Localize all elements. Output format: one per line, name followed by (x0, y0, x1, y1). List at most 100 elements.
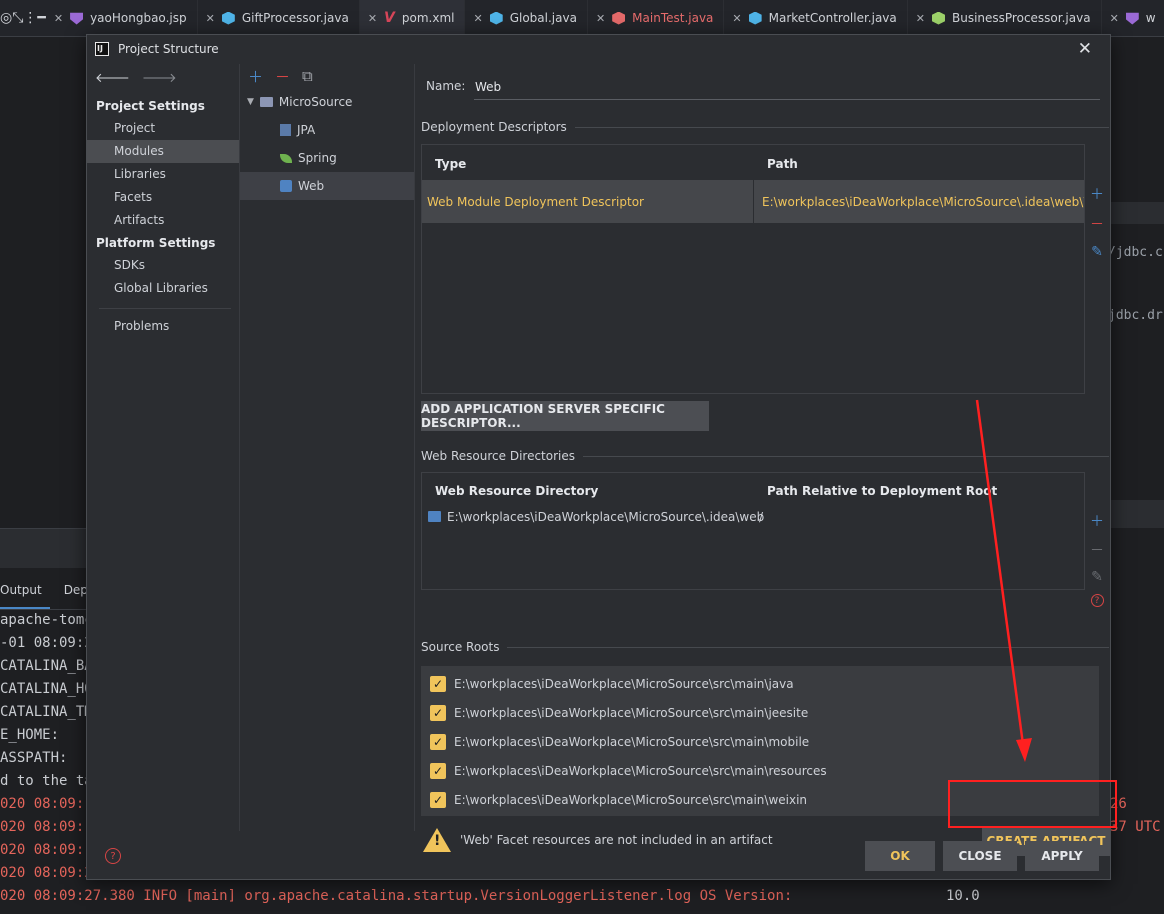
name-label: Name: (426, 79, 466, 93)
tab-output[interactable]: Output (0, 571, 50, 609)
jsp-file-icon (70, 12, 84, 25)
close-tab-icon[interactable]: ✕ (732, 12, 741, 25)
editor-background-strip (1110, 500, 1164, 528)
editor-tab-label: yaoHongbao.jsp (90, 11, 187, 25)
help-icon[interactable]: ? (1090, 594, 1104, 607)
nav-item-modules[interactable]: Modules (87, 140, 239, 163)
close-icon[interactable]: ✕ (1078, 39, 1092, 59)
forward-arrow-icon[interactable]: 🡒 (142, 70, 177, 86)
column-header-type[interactable]: Type (435, 157, 466, 171)
annotation-highlight-box (948, 780, 1117, 828)
source-root-path: E:\workplaces\iDeaWorkplace\MicroSource\… (454, 793, 808, 807)
descriptor-path-cell: E:\workplaces\iDeaWorkplace\MicroSource\… (762, 195, 1084, 209)
editor-tab-bar: ◎ ⤡ ⋮ ━ ✕ yaoHongbao.jsp ✕ GiftProcessor.ja… (0, 0, 1164, 37)
close-tab-icon[interactable]: ✕ (916, 12, 925, 25)
editor-tab[interactable]: ✕ MainTest.java (588, 0, 725, 37)
nav-item-sdks[interactable]: SDKs (87, 254, 239, 277)
web-facet-icon (280, 180, 292, 192)
column-header-relative-path[interactable]: Path Relative to Deployment Root (767, 484, 997, 498)
nav-item-problems[interactable]: Problems (87, 315, 239, 338)
nav-history: 🡐 🡒 (87, 64, 239, 92)
add-icon[interactable]: ＋ (1090, 511, 1104, 531)
tree-node-microsource[interactable]: ▼ MicroSource (240, 88, 414, 116)
minimize-icon[interactable]: ━ (37, 0, 45, 37)
source-root-path: E:\workplaces\iDeaWorkplace\MicroSource\… (454, 764, 827, 778)
source-root-row[interactable]: ✓ E:\workplaces\iDeaWorkplace\MicroSource… (430, 763, 827, 779)
ok-button[interactable]: OK (865, 841, 935, 871)
console-fragment: 37 UTC (1110, 819, 1161, 835)
source-root-checkbox[interactable]: ✓ (430, 676, 446, 692)
editor-tab[interactable]: ✕ GiftProcessor.java (198, 0, 360, 37)
apply-button[interactable]: APPLY (1025, 841, 1099, 871)
source-root-checkbox[interactable]: ✓ (430, 763, 446, 779)
project-settings-header: Project Settings (96, 99, 205, 113)
editor-tab[interactable]: ✕ Global.java (465, 0, 588, 37)
edit-pencil-icon[interactable]: ✎ (1091, 244, 1103, 260)
target-icon[interactable]: ◎ (0, 0, 12, 37)
chevron-down-icon[interactable]: ▼ (247, 97, 254, 107)
nav-item-project[interactable]: Project (87, 117, 239, 140)
nav-item-global-libraries[interactable]: Global Libraries (87, 277, 239, 300)
table-row[interactable]: Web Module Deployment Descriptor E:\work… (422, 180, 1084, 223)
add-server-descriptor-button[interactable]: ADD APPLICATION SERVER SPECIFIC DESCRIPT… (421, 401, 709, 431)
close-tab-icon[interactable]: ✕ (473, 12, 482, 25)
editor-tab-label: BusinessProcessor.java (951, 11, 1091, 25)
tree-node-web[interactable]: Web (240, 172, 414, 200)
dialog-title: Project Structure (118, 42, 219, 56)
remove-icon[interactable]: － (1090, 214, 1104, 234)
maven-icon: V (384, 10, 395, 26)
source-root-checkbox[interactable]: ✓ (430, 734, 446, 750)
section-title: Web Resource Directories (421, 449, 575, 463)
edit-pencil-icon[interactable]: ✎ (1091, 569, 1103, 585)
java-test-icon (612, 11, 626, 25)
nav-item-facets[interactable]: Facets (87, 186, 239, 209)
source-root-row[interactable]: ✓ E:\workplaces\iDeaWorkplace\MicroSource… (430, 705, 808, 721)
close-tab-icon[interactable]: ✕ (596, 12, 605, 25)
source-root-row[interactable]: ✓ E:\workplaces\iDeaWorkplace\MicroSource… (430, 734, 809, 750)
tree-node-spring[interactable]: Spring (240, 144, 414, 172)
tree-toolbar: ＋ － ⧉ (240, 64, 414, 88)
close-tab-icon[interactable]: ✕ (1110, 12, 1119, 25)
column-header-directory[interactable]: Web Resource Directory (435, 484, 598, 498)
editor-tab-label: MainTest.java (632, 11, 714, 25)
source-root-row[interactable]: ✓ E:\workplaces\iDeaWorkplace\MicroSource… (430, 792, 807, 808)
dialog-title-bar: IJ Project Structure ✕ (87, 35, 1110, 64)
help-icon[interactable]: ? (105, 848, 121, 864)
column-header-path[interactable]: Path (767, 157, 798, 171)
close-tab-icon[interactable]: ✕ (206, 12, 215, 25)
console-line: ASSPATH: (0, 750, 68, 766)
close-tab-icon[interactable]: ✕ (54, 12, 63, 25)
spring-leaf-icon (280, 153, 292, 163)
tree-node-jpa[interactable]: JPA (240, 116, 414, 144)
add-icon[interactable]: ＋ (1090, 184, 1104, 204)
source-root-checkbox[interactable]: ✓ (430, 705, 446, 721)
jsp-file-icon (1125, 12, 1139, 25)
name-field[interactable]: Web (474, 78, 1100, 100)
more-options-icon[interactable]: ⋮ (23, 0, 37, 37)
dialog-footer: ? OK CLOSE APPLY (87, 831, 1110, 881)
table-row[interactable]: E:\workplaces\iDeaWorkplace\MicroSource\… (422, 507, 1084, 529)
console-line: 020 08:09: (0, 819, 85, 835)
back-arrow-icon[interactable]: 🡐 (95, 70, 130, 86)
remove-icon[interactable]: － (275, 66, 290, 87)
source-root-row[interactable]: ✓ E:\workplaces\iDeaWorkplace\MicroSource… (430, 676, 794, 692)
java-class-icon (931, 11, 945, 25)
editor-tab[interactable]: ✕ w (1102, 0, 1164, 37)
editor-tab[interactable]: ✕ MarketController.java (724, 0, 908, 37)
copy-icon[interactable]: ⧉ (302, 67, 313, 85)
close-tab-icon[interactable]: ✕ (368, 12, 377, 25)
close-button[interactable]: CLOSE (943, 841, 1017, 871)
console-tab-bar: Output Depl (0, 570, 91, 610)
collapse-icon[interactable]: ⤡ (12, 0, 23, 37)
editor-tab[interactable]: ✕ BusinessProcessor.java (908, 0, 1102, 37)
console-line: 020 08:09:27.380 INFO [main] org.apache.… (0, 888, 793, 904)
source-root-checkbox[interactable]: ✓ (430, 792, 446, 808)
nav-item-libraries[interactable]: Libraries (87, 163, 239, 186)
resource-directory-cell: E:\workplaces\iDeaWorkplace\MicroSource\… (447, 510, 765, 524)
add-icon[interactable]: ＋ (248, 66, 263, 87)
editor-tab[interactable]: ✕ Vpom.xml (359, 0, 466, 37)
nav-item-artifacts[interactable]: Artifacts (87, 209, 239, 232)
editor-tab[interactable]: ✕ yaoHongbao.jsp (46, 0, 198, 37)
code-fragment: /jdbc.c (1108, 245, 1163, 260)
remove-icon[interactable]: － (1090, 540, 1104, 560)
